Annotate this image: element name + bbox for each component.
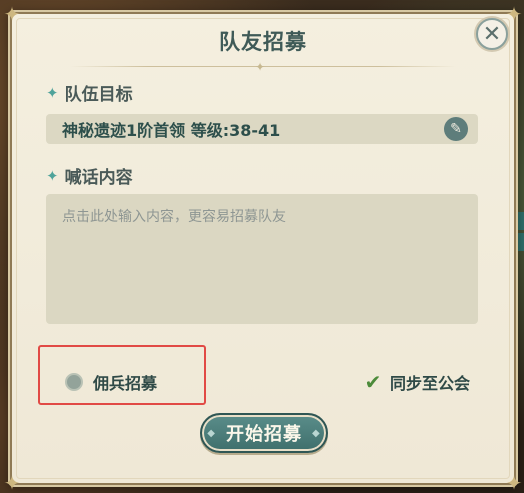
start-recruit-label: 开始招募	[226, 424, 302, 445]
corner-ornament-icon: ✦	[3, 2, 21, 26]
corner-ornament-icon: ✦	[3, 471, 21, 493]
team-goal-field: 神秘遗迹1阶首领 等级:38-41 ✎	[46, 114, 478, 144]
corner-ornament-icon: ✦	[505, 2, 523, 26]
sparkle-icon: ✦	[46, 83, 59, 102]
checkmark-icon[interactable]: ✔	[362, 372, 384, 392]
sparkle-icon: ✦	[46, 166, 59, 185]
dialog-title: 队友招募	[219, 30, 307, 54]
edit-goal-button[interactable]: ✎	[444, 117, 468, 141]
mercenary-radio[interactable]	[65, 373, 83, 391]
message-section-label: ✦ 喊话内容	[46, 163, 133, 189]
team-goal-section-label: ✦ 队伍目标	[46, 80, 133, 106]
mercenary-recruit-toggle[interactable]: 佣兵招募	[65, 370, 157, 394]
mercenary-label: 佣兵招募	[93, 374, 158, 393]
sync-guild-label: 同步至公会	[390, 374, 471, 393]
message-label: 喊话内容	[64, 168, 133, 188]
button-ornament-icon: ◆	[312, 427, 321, 439]
pen-icon: ✎	[450, 121, 462, 137]
recruit-dialog: ✦ ✦ ✦ ✦ 队友招募 ✦ ✕ ✦ 队伍目标 神秘遗迹1阶首领 等级:38-4…	[4, 4, 523, 493]
close-icon: ✕	[482, 21, 502, 47]
message-input[interactable]	[46, 194, 478, 324]
close-button[interactable]: ✕	[476, 18, 508, 50]
team-goal-label: 队伍目标	[64, 85, 133, 105]
button-ornament-icon: ◆	[207, 427, 216, 439]
team-goal-value: 神秘遗迹1阶首领 等级:38-41	[62, 121, 281, 140]
corner-ornament-icon: ✦	[505, 471, 523, 493]
sync-guild-toggle[interactable]: ✔ 同步至公会	[362, 370, 470, 394]
start-recruit-button[interactable]: ◆ 开始招募 ◆	[200, 413, 328, 453]
divider-ornament-icon: ✦	[255, 60, 266, 74]
